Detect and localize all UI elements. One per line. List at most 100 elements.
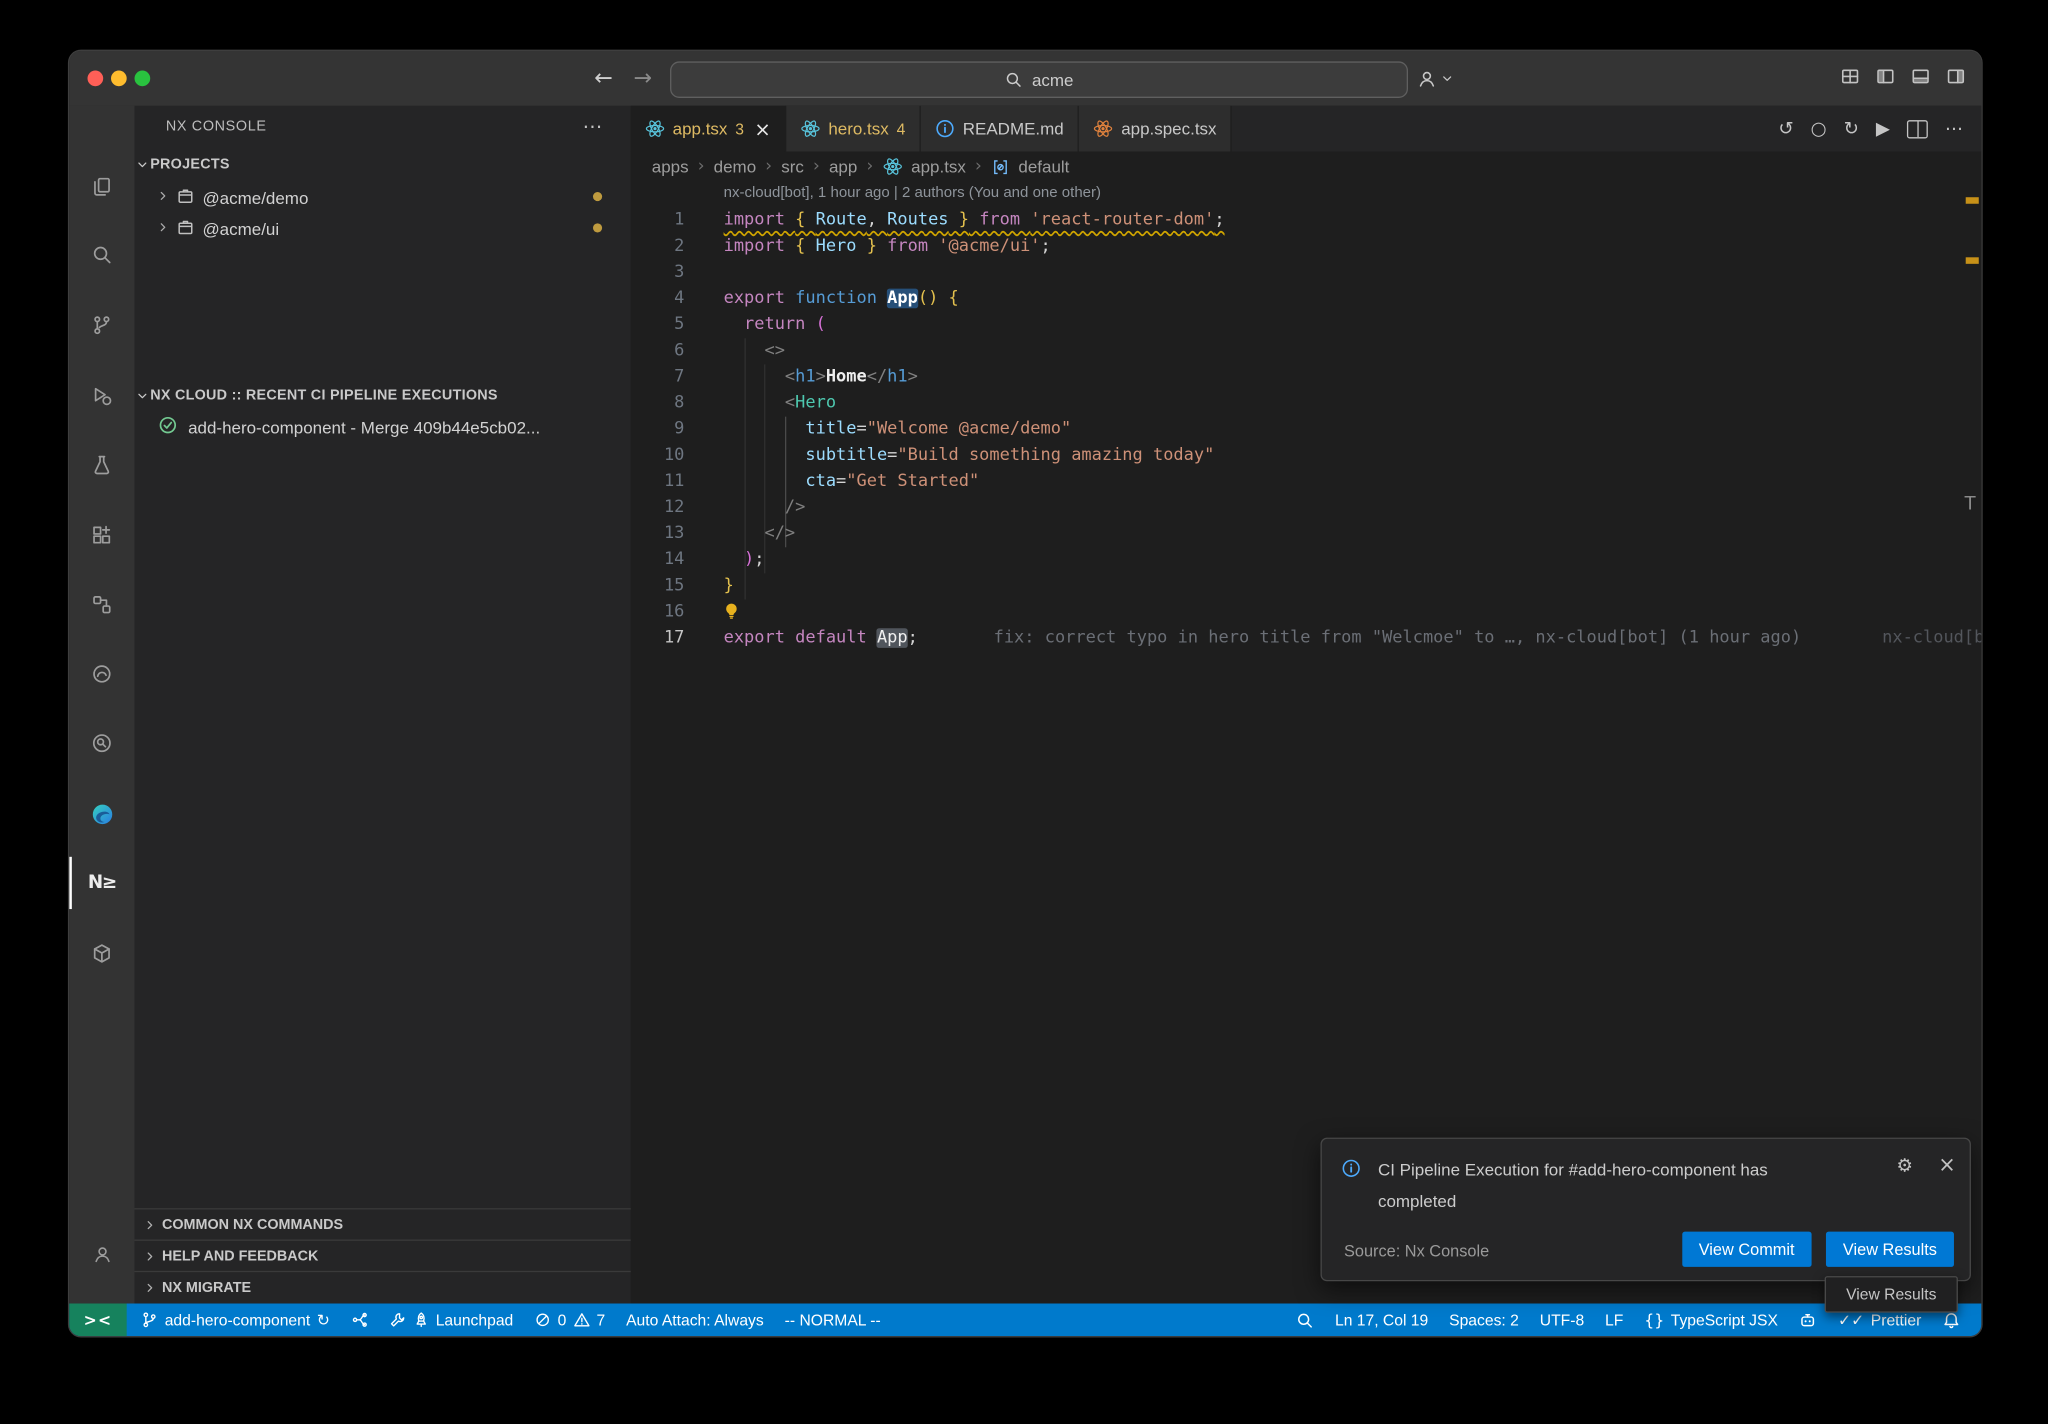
notification-source: Source: Nx Console	[1344, 1242, 1489, 1260]
split-editor-icon[interactable]	[1907, 120, 1928, 138]
project-item[interactable]: @acme/ui	[135, 213, 631, 244]
line-number: 9	[631, 417, 685, 443]
command-center-search[interactable]: acme	[670, 61, 1408, 98]
circle-outline-icon[interactable]: ○	[1811, 120, 1827, 138]
status-indentation[interactable]: Spaces: 2	[1439, 1304, 1530, 1337]
robot-icon	[1799, 1311, 1817, 1329]
tab-app.tsx[interactable]: app.tsx3×	[631, 106, 787, 152]
section-help-and-feedback[interactable]: HELP AND FEEDBACK	[135, 1240, 631, 1273]
containers-icon	[91, 943, 112, 964]
status-text: Auto Attach: Always	[626, 1311, 764, 1329]
activity-nx-console[interactable]: N≥	[69, 854, 134, 911]
activity-edge-tools[interactable]	[69, 785, 134, 842]
status-vim-mode[interactable]: -- NORMAL --	[774, 1304, 891, 1337]
status-launchpad[interactable]: Launchpad	[378, 1304, 523, 1337]
line-number: 2	[631, 234, 685, 260]
breadcrumb-file[interactable]: app.tsx	[911, 157, 966, 177]
tab-hero.tsx[interactable]: hero.tsx4	[787, 106, 921, 152]
status-git-branch[interactable]: add-hero-component ↻	[131, 1304, 341, 1337]
view-commit-button[interactable]: View Commit	[1682, 1232, 1812, 1267]
status-text: Launchpad	[436, 1311, 514, 1329]
activity-run-and-debug[interactable]	[69, 367, 134, 424]
close-window-button[interactable]	[88, 71, 104, 87]
section-common-nx-commands[interactable]: COMMON NX COMMANDS	[135, 1208, 631, 1241]
breadcrumb-segment[interactable]: demo	[714, 157, 756, 177]
tab-problem-badge: 3	[735, 120, 744, 138]
zoom-window-button[interactable]	[135, 71, 151, 87]
customize-layout-icon[interactable]	[1840, 67, 1860, 87]
breadcrumb-segment[interactable]: app	[829, 157, 857, 177]
activity-code-search[interactable]	[69, 714, 134, 771]
code-line: 14 );	[631, 547, 1982, 573]
status-language-mode[interactable]: {}TypeScript JSX	[1634, 1304, 1789, 1337]
status-eol[interactable]: LF	[1595, 1304, 1634, 1337]
breadcrumb-separator-icon: ›	[975, 157, 982, 177]
section-label: PROJECTS	[150, 157, 230, 173]
breadcrumb-segment[interactable]: apps	[652, 157, 689, 177]
sync-icon: ↻	[317, 1312, 330, 1328]
status-bar: ><add-hero-component ↻ Launchpad 07 Auto At…	[69, 1304, 1981, 1337]
activity-explorer[interactable]	[69, 158, 134, 215]
activity-nx-cloud[interactable]	[69, 645, 134, 702]
breadcrumb-separator-icon: ›	[813, 157, 820, 177]
lightbulb-icon[interactable]	[722, 602, 740, 620]
project-item[interactable]: @acme/demo	[135, 182, 631, 213]
status-zoom-indicator[interactable]	[1285, 1304, 1324, 1337]
activity-search[interactable]	[69, 226, 134, 283]
toggle-secondary-sidebar-icon[interactable]	[1946, 67, 1966, 87]
more-icon[interactable]: ⋯	[1945, 120, 1963, 138]
activity-containers[interactable]	[69, 925, 134, 982]
blame-header: nx-cloud[bot], 1 hour ago | 2 authors (Y…	[724, 185, 1101, 201]
more-actions-icon[interactable]: ⋯	[583, 115, 603, 139]
pipeline-execution-item[interactable]: add-hero-component - Merge 409b44e5cb02.…	[135, 411, 631, 442]
code-line-content: </>	[724, 521, 796, 547]
status-remote-indicator[interactable]: ><	[69, 1304, 127, 1337]
close-icon[interactable]: ×	[754, 117, 770, 141]
code-line: 15}	[631, 573, 1982, 599]
check-circle-icon	[158, 415, 178, 439]
notification-settings-icon[interactable]: ⚙	[1896, 1156, 1912, 1177]
status-encoding[interactable]: UTF-8	[1529, 1304, 1594, 1337]
toggle-panel-icon[interactable]	[1911, 67, 1931, 87]
line-number: 15	[631, 573, 685, 599]
status-problems[interactable]: 07	[524, 1304, 616, 1337]
status-copilot[interactable]	[1788, 1304, 1827, 1337]
tab-app.spec.tsx[interactable]: app.spec.tsx	[1079, 106, 1232, 152]
history-forward-button[interactable]: →	[633, 51, 652, 106]
chevron-right-icon	[142, 1249, 158, 1265]
minimize-window-button[interactable]	[111, 71, 127, 87]
section-nx-migrate[interactable]: NX MIGRATE	[135, 1271, 631, 1304]
activity-extensions[interactable]	[69, 507, 134, 564]
section-projects[interactable]: PROJECTS	[135, 150, 631, 179]
tab-label: app.spec.tsx	[1121, 119, 1216, 139]
chevron-down-icon	[135, 157, 151, 173]
activity-source-control[interactable]	[69, 296, 134, 353]
activity-organization[interactable]	[69, 576, 134, 633]
breadcrumb-segment[interactable]: src	[781, 157, 804, 177]
chevron-right-icon	[155, 187, 171, 207]
tools-icon	[389, 1311, 406, 1328]
profiles-button[interactable]	[1417, 64, 1455, 93]
toggle-sidebar-icon[interactable]	[1876, 67, 1896, 87]
breadcrumb-symbol[interactable]: default	[1018, 157, 1069, 177]
line-number: 10	[631, 443, 685, 469]
nav-back-circle-icon[interactable]: ↺	[1778, 120, 1793, 138]
tab-README.md[interactable]: README.md	[921, 106, 1079, 152]
section-nx-cloud[interactable]: NX CLOUD :: RECENT CI PIPELINE EXECUTION…	[135, 381, 631, 410]
sidebar: NX CONSOLE ⋯ PROJECTS @acme/demo@acme/ui…	[135, 106, 631, 1304]
modified-dot	[593, 223, 602, 232]
status-cursor-position[interactable]: Ln 17, Col 19	[1325, 1304, 1439, 1337]
code-editor[interactable]: nx-cloud[bot], 1 hour ago | 2 authors (Y…	[631, 182, 1982, 1304]
status-auto-attach[interactable]: Auto Attach: Always	[616, 1304, 775, 1337]
line-number: 17	[631, 626, 685, 652]
view-results-button[interactable]: View Results	[1826, 1232, 1954, 1267]
status-git-graph[interactable]	[340, 1304, 378, 1337]
edge-icon	[91, 803, 113, 825]
close-icon[interactable]: ×	[1938, 1152, 1956, 1177]
section-label: NX CLOUD :: RECENT CI PIPELINE EXECUTION…	[150, 388, 498, 404]
activity-testing[interactable]	[69, 436, 134, 493]
run-icon[interactable]: ▶	[1876, 120, 1890, 138]
activity-accounts[interactable]	[69, 1225, 134, 1282]
history-back-button[interactable]: ←	[594, 51, 613, 106]
nav-forward-circle-icon[interactable]: ↻	[1844, 120, 1859, 138]
